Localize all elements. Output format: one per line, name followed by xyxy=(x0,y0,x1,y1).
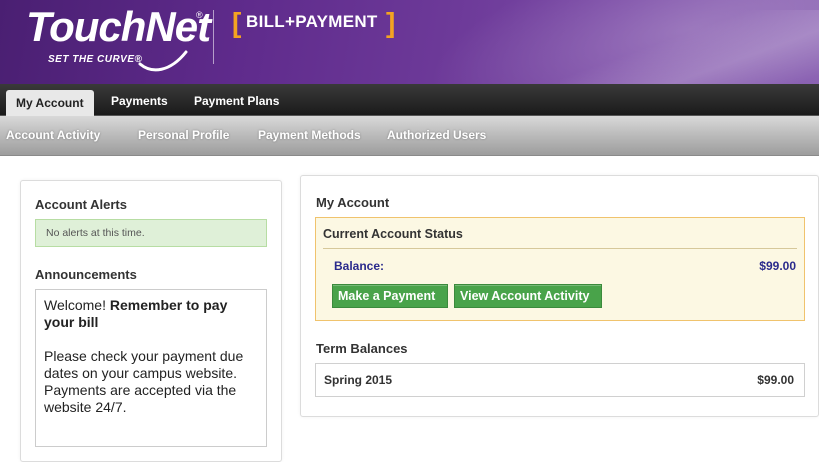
logo-tagline: SET THE CURVE® xyxy=(48,54,143,65)
term-balance-row: Spring 2015 $99.00 xyxy=(315,363,805,397)
make-payment-button[interactable]: Make a Payment xyxy=(332,284,448,308)
swoosh-icon xyxy=(138,50,188,72)
term-name: Spring 2015 xyxy=(324,373,393,387)
alerts-message: No alerts at this time. xyxy=(46,227,145,239)
term-amount: $99.00 xyxy=(757,373,794,387)
app-header: TouchNet ® SET THE CURVE® [ BILL+PAYMENT… xyxy=(0,0,819,84)
header-divider xyxy=(213,10,214,64)
subnav-payment-methods[interactable]: Payment Methods xyxy=(258,128,361,142)
secondary-nav: Account Activity Personal Profile Paymen… xyxy=(0,116,819,156)
announcement-body: Please check your payment due dates on y… xyxy=(44,348,244,415)
tab-payment-plans[interactable]: Payment Plans xyxy=(194,92,279,116)
bracket-left: [ xyxy=(232,7,242,38)
current-account-status-title: Current Account Status xyxy=(323,227,463,241)
status-divider xyxy=(323,248,797,249)
announcement-box: Welcome! Remember to pay your bill Pleas… xyxy=(35,289,267,447)
touchnet-logo[interactable]: TouchNet xyxy=(26,4,211,50)
subnav-personal-profile[interactable]: Personal Profile xyxy=(138,128,229,142)
my-account-title: My Account xyxy=(316,195,390,210)
tab-my-account[interactable]: My Account xyxy=(6,90,94,116)
header-sheen-secondary xyxy=(560,10,819,84)
subnav-authorized-users[interactable]: Authorized Users xyxy=(387,128,486,142)
account-status-box: Current Account Status Balance: $99.00 M… xyxy=(315,217,805,321)
view-account-activity-button[interactable]: View Account Activity xyxy=(454,284,602,308)
term-balances-title: Term Balances xyxy=(316,341,408,356)
announcement-lead: Welcome! xyxy=(44,297,110,313)
left-panel: Account Alerts No alerts at this time. A… xyxy=(20,180,282,462)
balance-value: $99.00 xyxy=(759,259,796,273)
tab-payments[interactable]: Payments xyxy=(111,92,168,116)
balance-label: Balance: xyxy=(334,259,385,273)
account-alerts-title: Account Alerts xyxy=(35,197,127,212)
bracket-right: ] xyxy=(386,7,396,38)
logo-registered-mark: ® xyxy=(196,10,203,20)
announcements-title: Announcements xyxy=(35,267,137,282)
subnav-account-activity[interactable]: Account Activity xyxy=(6,128,100,142)
product-name: BILL+PAYMENT xyxy=(246,12,378,31)
primary-nav: My Account Payments Payment Plans xyxy=(0,84,819,116)
alerts-message-box: No alerts at this time. xyxy=(35,219,267,247)
right-panel: My Account Current Account Status Balanc… xyxy=(300,175,819,417)
